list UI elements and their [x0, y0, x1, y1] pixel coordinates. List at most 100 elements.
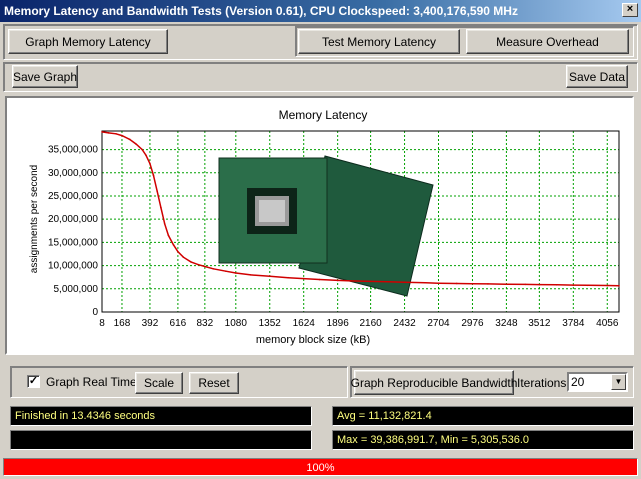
graph-reproducible-bandwidth-button[interactable]: Graph Reproducible Bandwidth: [351, 370, 517, 395]
data-point: [225, 270, 227, 272]
y-tick-label: 5,000,000: [54, 284, 99, 295]
iterations-select[interactable]: 20 ▼: [567, 372, 628, 392]
chevron-down-icon[interactable]: ▼: [611, 374, 626, 390]
data-point: [538, 283, 541, 286]
y-tick-label: 35,000,000: [48, 145, 98, 156]
data-point: [190, 261, 192, 263]
data-point: [249, 274, 252, 276]
data-point: [212, 268, 215, 270]
data-point: [455, 282, 458, 285]
status-finished: Finished in 13.4346 seconds: [10, 406, 312, 426]
x-tick-label: 3512: [528, 318, 551, 329]
data-point: [167, 234, 170, 237]
x-tick-label: 4056: [596, 318, 619, 329]
data-point: [318, 278, 321, 281]
data-point: [156, 190, 158, 193]
data-point: [437, 282, 440, 285]
data-point: [182, 256, 185, 259]
progress-text: 100%: [306, 462, 335, 474]
data-point: [369, 280, 372, 283]
data-point: [177, 250, 179, 253]
data-point: [107, 132, 110, 134]
memory-latency-chart: Memory Latency memory block size (kB) as…: [29, 108, 620, 346]
save-graph-button[interactable]: Save Graph: [12, 65, 78, 88]
graph-real-time-checkbox[interactable]: ✓: [27, 375, 40, 388]
x-tick-label: 3248: [495, 318, 518, 329]
x-tick-label: 2160: [359, 318, 382, 329]
data-point: [505, 283, 508, 285]
x-tick-label: 168: [114, 318, 131, 329]
x-tick-label: 1896: [327, 318, 350, 329]
chart-title: Memory Latency: [279, 108, 368, 122]
x-tick-label: 3784: [562, 318, 585, 329]
x-tick-label: 1352: [259, 318, 282, 329]
data-point: [349, 280, 352, 282]
data-point: [555, 284, 558, 286]
data-point: [471, 282, 474, 285]
x-tick-label: 1080: [225, 318, 248, 329]
window-title: Memory Latency and Bandwidth Tests (Vers…: [4, 4, 518, 18]
data-point: [163, 223, 166, 225]
graph-memory-latency-button[interactable]: Graph Memory Latency: [8, 29, 168, 54]
y-tick-label: 30,000,000: [48, 168, 98, 179]
data-point: [336, 279, 339, 282]
x-tick-label: 8: [99, 318, 105, 329]
data-point: [145, 154, 147, 156]
y-tick-label: 20,000,000: [48, 214, 98, 225]
y-tick-label: 15,000,000: [48, 237, 98, 248]
window-titlebar[interactable]: Memory Latency and Bandwidth Tests (Vers…: [0, 0, 641, 22]
y-tick-label: 25,000,000: [48, 191, 98, 202]
test-memory-latency-button[interactable]: Test Memory Latency: [298, 29, 460, 54]
data-point: [115, 132, 117, 135]
data-point: [197, 263, 200, 266]
save-button-group: [3, 62, 638, 92]
data-point: [524, 283, 527, 286]
y-tick-label: 10,000,000: [48, 261, 98, 272]
x-tick-label: 2432: [393, 318, 416, 329]
data-point: [618, 284, 620, 287]
progress-bar: 100%: [3, 458, 638, 476]
y-tick-label: 0: [92, 307, 98, 318]
graph-real-time-label[interactable]: Graph Real Time: [46, 375, 137, 389]
data-point: [160, 206, 162, 209]
close-icon[interactable]: ×: [622, 3, 638, 17]
save-data-button[interactable]: Save Data: [566, 65, 628, 88]
x-tick-label: 616: [170, 318, 187, 329]
data-point: [149, 162, 151, 165]
chart-y-axis-label: assignments per second: [29, 165, 40, 273]
data-point: [152, 174, 155, 176]
data-point: [135, 143, 137, 145]
data-point: [572, 284, 575, 286]
scale-button[interactable]: Scale: [135, 372, 183, 394]
iterations-value: 20: [571, 375, 585, 389]
measure-overhead-button[interactable]: Measure Overhead: [466, 29, 629, 54]
x-tick-label: 1624: [293, 318, 316, 329]
data-point: [101, 131, 103, 133]
status-max-min: Max = 39,386,991.7, Min = 5,305,536.0: [332, 430, 634, 450]
x-tick-label: 2704: [427, 318, 450, 329]
chart-panel: Memory Latency memory block size (kB) as…: [5, 96, 634, 355]
status-avg: Avg = 11,132,821.4: [332, 406, 634, 426]
data-point: [586, 284, 589, 287]
data-point: [235, 272, 237, 274]
data-point: [121, 134, 123, 137]
data-point: [424, 281, 427, 284]
chart-x-axis-label: memory block size (kB): [256, 334, 370, 346]
data-point: [128, 138, 131, 141]
data-point: [141, 148, 143, 151]
iterations-label: Iterations:: [517, 376, 570, 390]
data-point: [387, 281, 389, 283]
x-tick-label: 832: [197, 318, 214, 329]
data-point: [606, 284, 609, 287]
data-point: [403, 281, 406, 284]
data-point: [172, 243, 175, 246]
data-point: [302, 277, 305, 280]
data-point: [268, 275, 271, 278]
status-blank: [10, 430, 312, 450]
reset-button[interactable]: Reset: [189, 372, 239, 394]
x-tick-label: 2976: [461, 318, 484, 329]
data-point: [287, 276, 290, 279]
data-point: [487, 283, 489, 285]
x-tick-label: 392: [142, 318, 159, 329]
data-point: [204, 265, 206, 268]
